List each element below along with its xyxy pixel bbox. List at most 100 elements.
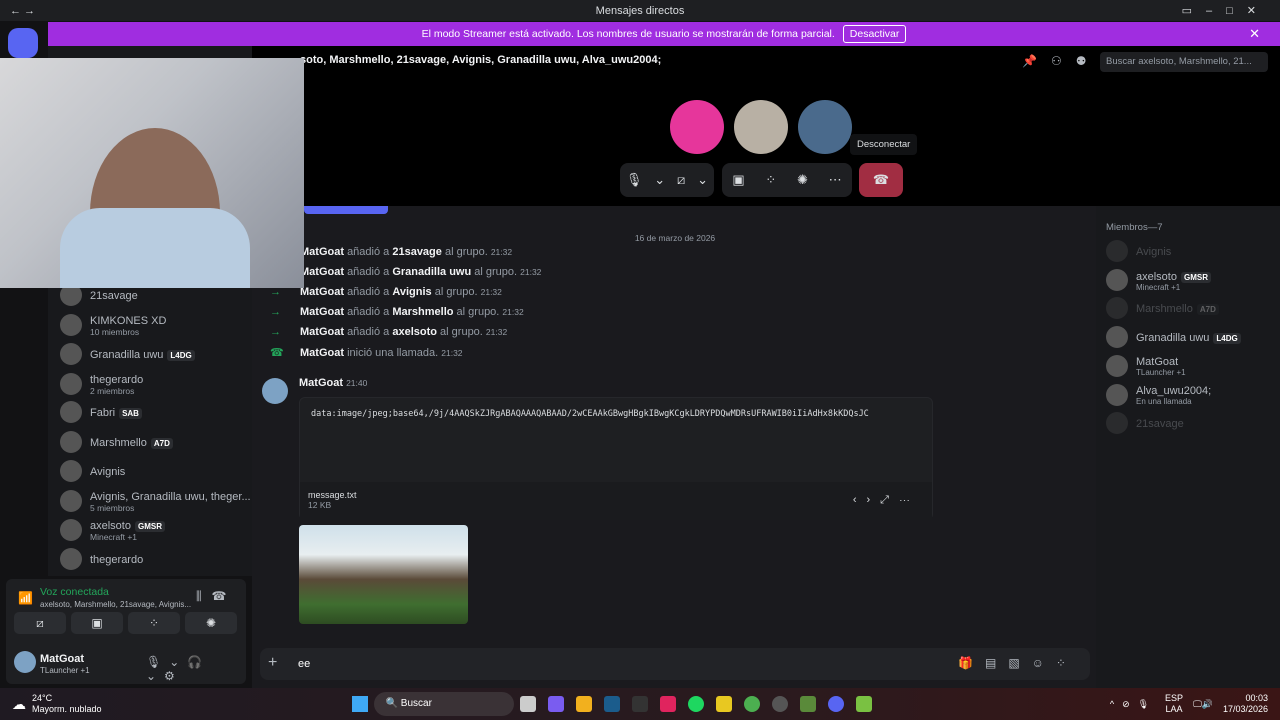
app-icon[interactable]	[771, 696, 788, 712]
file-explorer-icon[interactable]	[575, 696, 592, 712]
member-item[interactable]: Avignis	[1106, 240, 1171, 262]
avatar[interactable]	[798, 100, 852, 154]
tlauncher-icon[interactable]	[855, 696, 872, 712]
call-resize-handle[interactable]	[304, 206, 388, 214]
voice-panel: 📶 Voz conectada axelsoto, Marshmello, 21…	[6, 579, 246, 684]
dm-item[interactable]: thegerardo 2 miembros	[60, 372, 250, 396]
search-input[interactable]: Buscar axelsoto, Marshmello, 21...	[1100, 52, 1268, 72]
member-name: MatGoat	[1136, 356, 1179, 369]
activities-button[interactable]: ⁘	[128, 612, 180, 634]
avatar[interactable]	[734, 100, 788, 154]
screen-share-button[interactable]: ▣	[71, 612, 123, 634]
spotify-icon[interactable]	[687, 696, 704, 712]
chevron-down-icon[interactable]: ⌄	[697, 172, 708, 188]
plus-icon[interactable]: +	[268, 654, 277, 672]
language[interactable]: ESP	[1165, 693, 1183, 704]
screen-share-icon[interactable]: ▣	[732, 172, 744, 188]
dm-item[interactable]: Fabri SAB	[60, 401, 250, 424]
target[interactable]: axelsoto	[392, 326, 437, 338]
layout[interactable]: LAA	[1165, 704, 1183, 715]
epic-games-icon[interactable]	[631, 696, 648, 712]
image-attachment[interactable]	[299, 525, 468, 624]
user-name[interactable]: MatGoat	[40, 653, 84, 665]
file-actions[interactable]: ‹›⤢⋯	[853, 494, 920, 507]
dm-item[interactable]: Marshmello A7D	[60, 430, 250, 453]
composer-icons[interactable]: 🎁▤▧☺⁘	[958, 656, 1078, 670]
network-volume-icons[interactable]: 🖵🔊	[1193, 699, 1213, 710]
target[interactable]: 21savage	[392, 246, 442, 258]
camera-off-icon[interactable]: ⧄	[677, 172, 685, 188]
camera-off-button[interactable]: ⧄	[14, 612, 66, 634]
member-item[interactable]: Marshmello A7D	[1106, 297, 1219, 320]
dm-item[interactable]: KIMKONES XD 10 miembros	[60, 313, 250, 337]
back-icon[interactable]: ← →	[10, 5, 35, 17]
phone-hangup-icon: ☎	[872, 172, 890, 187]
tooltip: Desconectar	[850, 134, 918, 155]
member-item[interactable]: axelsoto GMSR Minecraft +1	[1106, 269, 1211, 292]
dm-item[interactable]: Granadilla uwu L4DG	[60, 342, 250, 365]
more-icon[interactable]: ⋯	[829, 172, 842, 188]
actor[interactable]: MatGoat	[300, 266, 344, 278]
message-author[interactable]: MatGoat 21:40	[299, 377, 367, 389]
user-controls[interactable]: 🎙⌄🎧⌄⚙	[146, 655, 246, 683]
header-icons[interactable]: 📌⚇⚉	[1022, 54, 1100, 68]
search-label: Buscar	[400, 698, 432, 709]
avatar[interactable]	[262, 378, 288, 404]
rest: al grupo.	[474, 266, 518, 278]
arrow-right-icon: →	[270, 326, 281, 338]
clock-date[interactable]: 17/03/2026	[1223, 704, 1268, 715]
author-name[interactable]: MatGoat	[299, 377, 343, 389]
actor[interactable]: MatGoat	[300, 326, 344, 338]
clock-time[interactable]: 00:03	[1223, 693, 1268, 704]
message-input[interactable]: ee	[298, 658, 310, 670]
member-item[interactable]: MatGoat TLauncher +1	[1106, 354, 1186, 377]
target[interactable]: Granadilla uwu	[392, 266, 471, 278]
actor[interactable]: MatGoat	[300, 347, 344, 359]
dm-item[interactable]: Avignis, Granadilla uwu, theger... 5 miem…	[60, 489, 251, 513]
dm-name: Avignis	[90, 465, 126, 478]
member-name: 21savage	[1136, 417, 1184, 430]
actor[interactable]: MatGoat	[300, 286, 344, 298]
dm-item[interactable]: thegerardo	[60, 547, 250, 570]
discord-icon[interactable]	[827, 696, 844, 712]
lock-app-icon[interactable]	[715, 696, 732, 712]
window-controls[interactable]: ▭–□✕	[1182, 4, 1270, 17]
mic-icon[interactable]: 🎙	[626, 172, 643, 188]
tray-icons[interactable]: ^⊘🎙	[1110, 699, 1157, 710]
voice-actions[interactable]: ⫼☎	[196, 589, 236, 604]
chrome-icon[interactable]	[743, 696, 760, 712]
soundboard-icon[interactable]: ✺	[797, 172, 808, 188]
tiktok-icon[interactable]	[659, 696, 676, 712]
member-list: Miembros—7 Avignis axelsoto GMSR Minecraft +…	[1096, 206, 1280, 688]
dm-item[interactable]: Avignis	[60, 459, 250, 482]
actor[interactable]: MatGoat	[300, 246, 344, 258]
member-item[interactable]: Alva_uwu2004; En una llamada	[1106, 383, 1211, 406]
minecraft-icon[interactable]	[799, 696, 816, 712]
disable-streamer-button[interactable]: Desactivar	[842, 25, 907, 43]
voice-status[interactable]: Voz conectada	[40, 586, 109, 598]
member-item[interactable]: 21savage	[1106, 411, 1184, 434]
avatar[interactable]	[14, 651, 36, 673]
dm-item[interactable]: axelsoto GMSR Minecraft +1	[60, 518, 250, 542]
close-icon[interactable]: ✕	[1249, 26, 1260, 42]
windows-start-icon[interactable]	[351, 696, 368, 712]
soundboard-button[interactable]: ✺	[185, 612, 237, 634]
target[interactable]: Marshmello	[392, 306, 453, 318]
call-actions[interactable]: ▣ ⁘ ✺ ⋯	[722, 163, 852, 197]
verb: añadió a	[347, 246, 390, 258]
avatar[interactable]	[670, 100, 724, 154]
copilot-icon[interactable]	[547, 696, 564, 712]
steam-icon[interactable]	[603, 696, 620, 712]
taskbar-search[interactable]: 🔍 Buscar	[373, 692, 514, 716]
disconnect-button[interactable]: ☎	[859, 163, 903, 197]
mic-camera-controls[interactable]: 🎙 ⌄ ⧄ ⌄	[620, 163, 714, 197]
file-attachment[interactable]: data:image/jpeg;base64,/9j/4AAQSkZJRgABA…	[299, 397, 933, 520]
activities-icon[interactable]: ⁘	[765, 172, 776, 188]
chevron-down-icon[interactable]: ⌄	[654, 172, 665, 188]
member-item[interactable]: Granadilla uwu L4DG	[1106, 325, 1241, 348]
target[interactable]: Avignis	[392, 286, 431, 298]
actor[interactable]: MatGoat	[300, 306, 344, 318]
file-name[interactable]: message.txt	[308, 490, 924, 500]
task-view-icon[interactable]	[519, 696, 536, 712]
discord-home-icon[interactable]	[8, 28, 38, 58]
